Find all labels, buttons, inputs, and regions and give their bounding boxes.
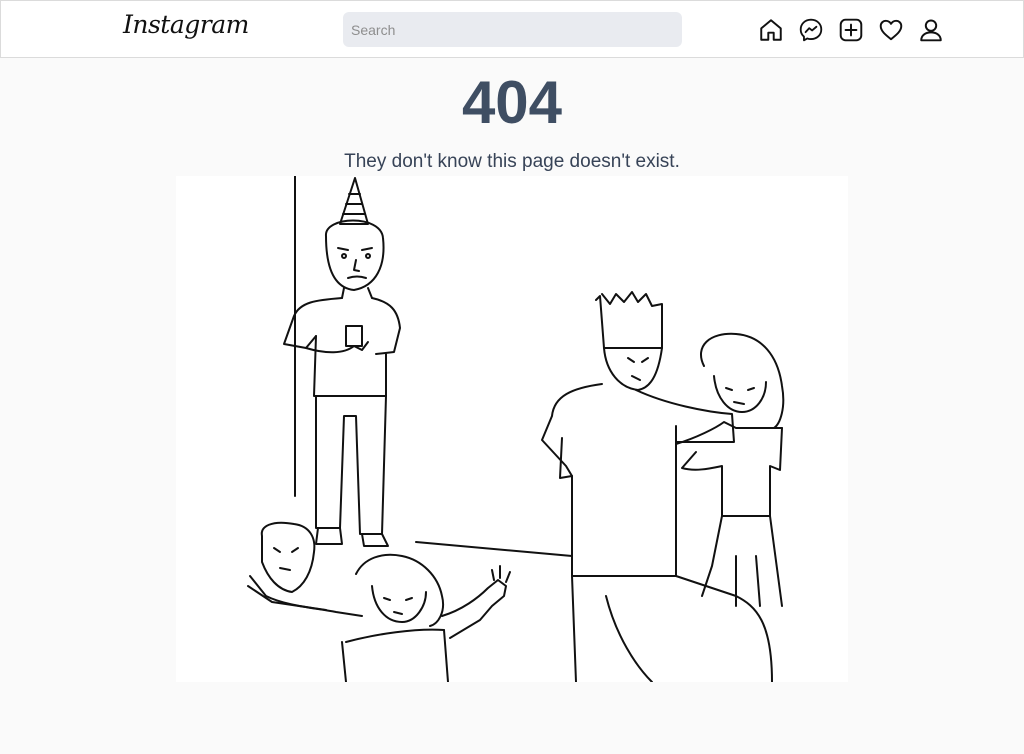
heart-icon[interactable] [877,16,905,44]
nav-icons [757,16,945,44]
top-navigation-bar: Instagram [0,0,1024,58]
search-input[interactable] [343,12,682,47]
home-icon[interactable] [757,16,785,44]
error-message: They don't know this page doesn't exist. [344,151,680,172]
instagram-logo[interactable]: Instagram [123,10,249,39]
messenger-icon[interactable] [797,16,825,44]
error-code: 404 [461,69,563,136]
new-post-icon[interactable] [837,16,865,44]
party-meme-illustration [176,176,848,682]
profile-icon[interactable] [917,16,945,44]
